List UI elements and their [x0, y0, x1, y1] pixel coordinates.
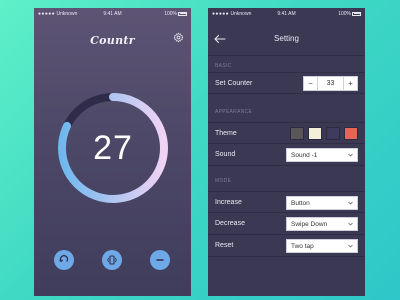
theme-swatch-cream[interactable]	[308, 127, 322, 140]
status-bar: ●●●●● Unknown 9:41 AM 100%	[208, 8, 365, 20]
stepper-value[interactable]: 33	[318, 77, 343, 90]
increase-select-value: Button	[291, 199, 310, 207]
section-basic: BASIC	[215, 63, 232, 69]
nav-bar: Setting	[208, 20, 365, 56]
theme-swatches	[290, 127, 358, 140]
decrease-label: Decrease	[215, 220, 245, 227]
stepper-plus-button[interactable]: +	[343, 77, 357, 90]
stepper-minus-button[interactable]: −	[304, 77, 318, 90]
vibrate-icon	[107, 255, 117, 265]
sound-row: Sound Sound -1	[208, 144, 365, 166]
section-appearance: APPEARANCE	[215, 109, 253, 115]
theme-swatch-gray[interactable]	[290, 127, 304, 140]
increase-row: Increase Button	[208, 191, 365, 213]
battery-label: 100%	[338, 11, 351, 17]
reset-select-value: Two tap	[291, 242, 314, 250]
sound-select-value: Sound -1	[291, 151, 318, 159]
vibrate-button[interactable]	[102, 250, 122, 270]
settings-button[interactable]	[171, 30, 185, 44]
reset-icon	[59, 255, 69, 263]
section-mode: MODE	[215, 178, 232, 184]
set-counter-label: Set Counter	[215, 80, 253, 87]
battery-icon	[178, 11, 187, 16]
theme-row: Theme	[208, 122, 365, 144]
reset-label: Reset	[215, 242, 234, 249]
decrease-select[interactable]: Swipe Down	[286, 217, 358, 231]
settings-icon	[173, 32, 183, 42]
settings-screen: ●●●●● Unknown 9:41 AM 100% Setting BASIC…	[208, 8, 365, 296]
theme-label: Theme	[215, 130, 237, 137]
decrement-button[interactable]	[150, 250, 170, 270]
sound-label: Sound	[215, 151, 236, 158]
battery-status: 100%	[338, 11, 361, 17]
increase-label: Increase	[215, 199, 242, 206]
decrease-row: Decrease Swipe Down	[208, 213, 365, 235]
reset-button[interactable]	[54, 250, 74, 270]
counter-stepper: − 33 +	[303, 76, 358, 91]
chevron-down-icon	[348, 222, 353, 226]
minus-icon	[156, 259, 164, 261]
bottom-actions	[34, 250, 191, 278]
set-counter-row: Set Counter − 33 +	[208, 72, 365, 94]
battery-label: 100%	[164, 11, 177, 17]
sound-select[interactable]: Sound -1	[286, 148, 358, 162]
counter-value: 27	[93, 128, 133, 167]
theme-swatch-navy[interactable]	[326, 127, 340, 140]
counter-screen: ●●●●● Unknown 9:41 AM 100% Countr 27	[34, 8, 191, 296]
battery-status: 100%	[164, 11, 187, 17]
status-bar: ●●●●● Unknown 9:41 AM 100%	[34, 8, 191, 20]
theme-swatch-red[interactable]	[344, 127, 358, 140]
app-title: Countr	[90, 34, 135, 47]
page-title: Setting	[274, 34, 299, 43]
chevron-down-icon	[348, 244, 353, 248]
chevron-down-icon	[348, 201, 353, 205]
battery-icon	[352, 11, 361, 16]
reset-select[interactable]: Two tap	[286, 239, 358, 253]
reset-row: Reset Two tap	[208, 235, 365, 257]
chevron-down-icon	[348, 153, 353, 157]
decrease-select-value: Swipe Down	[291, 220, 328, 228]
increase-select[interactable]: Button	[286, 196, 358, 210]
